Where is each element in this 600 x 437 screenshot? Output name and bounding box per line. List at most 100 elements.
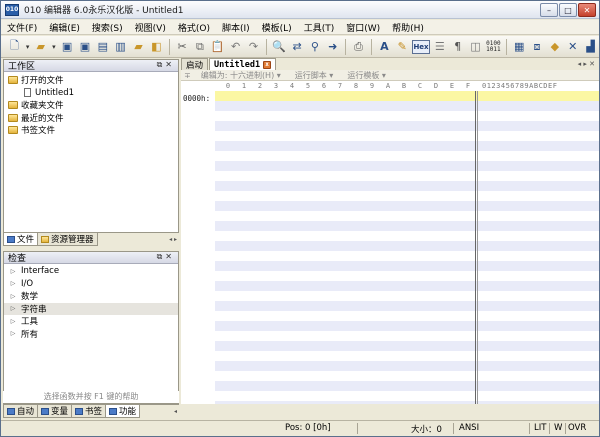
print-icon[interactable]: ⎙ — [350, 38, 367, 56]
properties-icon[interactable]: ◧ — [148, 38, 165, 56]
bookmarks-tab-icon — [75, 407, 84, 415]
tools-icon[interactable]: ✕ — [564, 38, 581, 56]
columns-icon[interactable]: ☰ — [431, 38, 448, 56]
show-whitespace-icon[interactable]: ¶ — [449, 38, 466, 56]
tree-item-label: 字符串 — [21, 304, 47, 315]
menu-script[interactable]: 脚本(I) — [216, 21, 256, 34]
editor-bar-icon[interactable]: ∓ — [184, 71, 191, 80]
menu-view[interactable]: 视图(V) — [129, 21, 172, 34]
compare-icon[interactable]: ⧈ — [529, 38, 546, 56]
tab-variables[interactable]: 变量 — [37, 405, 73, 418]
workspace-tree: 打开的文件 Untitled1 收藏夹文件 最近的文件 书签文件 — [4, 72, 178, 137]
open-recent-icon[interactable]: ▰ — [130, 38, 147, 56]
goto-icon[interactable]: ➜ — [324, 38, 341, 56]
menu-format[interactable]: 格式(O) — [172, 21, 216, 34]
document-tabs: 启动 Untitled1 x ◂ ▸ ✕ — [181, 58, 599, 71]
new-file-icon[interactable]: 🗋 — [6, 38, 23, 56]
menu-edit[interactable]: 编辑(E) — [43, 21, 86, 34]
new-dropdown-icon[interactable]: ▾ — [24, 38, 31, 56]
tab-scroll-arrows-icon[interactable]: ◂ — [172, 405, 179, 418]
tab-label: 书签 — [85, 407, 103, 417]
menu-help[interactable]: 帮助(H) — [386, 21, 430, 34]
tree-item-open-files[interactable]: 打开的文件 — [4, 74, 178, 87]
binary-mode-icon[interactable]: 0100 1011 — [485, 38, 502, 56]
copy-icon[interactable]: ⧉ — [192, 38, 209, 56]
minimize-button[interactable]: – — [540, 3, 558, 17]
tree-item-favorites[interactable]: 收藏夹文件 — [4, 99, 178, 112]
pin-icon[interactable]: ⧉ — [157, 60, 166, 69]
save-icon[interactable]: ▣ — [59, 38, 76, 56]
highlight-icon[interactable]: ✎ — [394, 38, 411, 56]
find-in-files-icon[interactable]: ⚲ — [307, 38, 324, 56]
undo-icon[interactable]: ↶ — [227, 38, 244, 56]
toolbar-separator — [505, 38, 507, 55]
panel-close-icon[interactable]: ✕ — [165, 252, 175, 261]
inspector-header: 检查 ⧉✕ — [4, 252, 178, 264]
edit-as-dropdown[interactable]: 编辑为: 十六进制(H) ▾ — [201, 70, 281, 81]
run-template-dropdown[interactable]: 运行模板 ▾ — [347, 70, 386, 81]
tree-item-untitled1[interactable]: Untitled1 — [4, 87, 178, 100]
hex-editor-area[interactable]: 0000h: — [181, 91, 599, 404]
menu-window[interactable]: 窗口(W) — [340, 21, 386, 34]
tree-item-label: 最近的文件 — [21, 113, 64, 124]
save-as-icon[interactable]: ▣ — [77, 38, 94, 56]
tab-close-icon[interactable]: x — [263, 60, 272, 69]
paste-icon[interactable]: 📋 — [209, 38, 226, 56]
tab-functions[interactable]: 功能 — [105, 405, 141, 418]
inspector-item-all[interactable]: ▷ 所有 — [4, 328, 178, 341]
hex-ascii-divider — [475, 91, 476, 404]
calculator-icon[interactable]: ▦ — [511, 38, 528, 56]
doc-tab-scroll-icon[interactable]: ◂ ▸ ✕ — [574, 60, 599, 68]
tab-untitled1[interactable]: Untitled1 x — [209, 58, 277, 70]
tab-bookmarks[interactable]: 书签 — [71, 405, 107, 418]
redo-icon[interactable]: ↷ — [245, 38, 262, 56]
menu-template[interactable]: 模板(L) — [256, 21, 298, 34]
menu-search[interactable]: 搜索(S) — [86, 21, 129, 34]
expand-arrow-icon[interactable]: ▷ — [8, 305, 18, 312]
status-separator — [453, 423, 454, 434]
status-lit: LIT — [534, 423, 547, 433]
save-all-icon[interactable]: ▤ — [94, 38, 111, 56]
tree-item-bookmarks[interactable]: 书签文件 — [4, 124, 178, 137]
menu-tools[interactable]: 工具(T) — [298, 21, 341, 34]
expand-arrow-icon[interactable]: ▷ — [8, 293, 18, 300]
workspace-tabs: 文件 资源管理器 ◂ ▸ — [3, 232, 179, 246]
close-button[interactable]: ✕ — [578, 3, 596, 17]
tab-scroll-arrows-icon[interactable]: ◂ ▸ — [167, 233, 179, 246]
histogram-icon[interactable]: ▟ — [582, 38, 599, 56]
inspector-item-io[interactable]: ▷ I/O — [4, 278, 178, 291]
maximize-button[interactable]: □ — [559, 3, 577, 17]
expand-arrow-icon[interactable]: ▷ — [8, 330, 18, 337]
find-icon[interactable]: 🔍 — [271, 38, 288, 56]
split-view-icon[interactable]: ◫ — [467, 38, 484, 56]
inspector-item-string[interactable]: ▷ 字符串 — [4, 302, 178, 315]
panel-close-icon[interactable]: ✕ — [165, 60, 175, 69]
tab-startup[interactable]: 启动 — [181, 58, 209, 71]
open-dropdown-icon[interactable]: ▾ — [50, 38, 57, 56]
open-folder-icon[interactable]: ▰ — [32, 38, 49, 56]
main-toolbar: 🗋 ▾ ▰ ▾ ▣ ▣ ▤ ▥ ▰ ◧ ✂ ⧉ 📋 ↶ ↷ 🔍 ⇄ ⚲ ➜ ⎙ … — [1, 36, 599, 58]
replace-icon[interactable]: ⇄ — [289, 38, 306, 56]
inspector-panel: 检查 ⧉✕ ▷ Interface ▷ I/O ▷ 数学 ▷ 字符串 ▷ 工具 — [3, 251, 179, 404]
close-file-icon[interactable]: ▥ — [112, 38, 129, 56]
tree-item-recent[interactable]: 最近的文件 — [4, 112, 178, 125]
tab-explorer[interactable]: 资源管理器 — [37, 233, 98, 246]
hex-mode-button[interactable]: Hex — [411, 39, 431, 54]
pin-icon[interactable]: ⧉ — [157, 252, 166, 261]
inspector-item-tools[interactable]: ▷ 工具 — [4, 315, 178, 328]
tab-files[interactable]: 文件 — [3, 233, 39, 246]
expand-arrow-icon[interactable]: ▷ — [8, 268, 18, 275]
cut-icon[interactable]: ✂ — [174, 38, 191, 56]
window-title: 010 编辑器 6.0永乐汉化版 - Untitled1 — [24, 6, 184, 16]
inspector-item-math[interactable]: ▷ 数学 — [4, 290, 178, 303]
run-script-dropdown[interactable]: 运行脚本 ▾ — [295, 70, 334, 81]
tab-auto[interactable]: 自动 — [3, 405, 39, 418]
run-script-icon[interactable]: ◆ — [546, 38, 563, 56]
menu-file[interactable]: 文件(F) — [1, 21, 43, 34]
font-icon[interactable]: A — [376, 38, 393, 56]
expand-arrow-icon[interactable]: ▷ — [8, 280, 18, 287]
expand-arrow-icon[interactable]: ▷ — [8, 318, 18, 325]
title-bar[interactable]: 010 010 编辑器 6.0永乐汉化版 - Untitled1 – □ ✕ — [1, 1, 599, 19]
toolbar-separator — [370, 38, 372, 55]
inspector-item-interface[interactable]: ▷ Interface — [4, 265, 178, 278]
